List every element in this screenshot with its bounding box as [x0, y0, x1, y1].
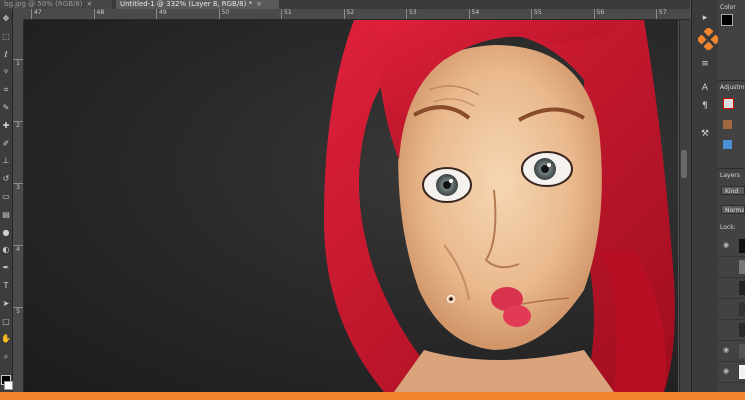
- gradient-icon[interactable]: ▤: [0, 209, 12, 221]
- marquee-icon[interactable]: ⬚: [0, 31, 12, 43]
- ruler-tick-label: 5: [13, 307, 23, 316]
- lock-label: Lock:: [720, 224, 736, 231]
- ruler-tick-label: 50: [218, 9, 229, 19]
- adjustments-panel-title[interactable]: Adjustm: [720, 84, 745, 91]
- properties-icon[interactable]: ≡: [699, 58, 711, 70]
- layer-thumbnail: [739, 302, 745, 316]
- ruler-tick-label: 49: [156, 9, 167, 19]
- background-color-swatch[interactable]: [4, 381, 13, 390]
- path-select-icon[interactable]: ➤: [0, 298, 12, 310]
- tab-bg-document[interactable]: bg.jpg @ 50% (RGB/8) ×: [0, 0, 112, 9]
- character-icon[interactable]: A: [699, 82, 711, 94]
- color-balance-icon[interactable]: [723, 140, 732, 149]
- ruler-tick-label: 54: [468, 9, 479, 19]
- ruler-tick-label: 1: [13, 59, 23, 68]
- layer-row[interactable]: [718, 320, 745, 341]
- tool-presets-icon[interactable]: ⚒: [699, 128, 711, 140]
- type-icon[interactable]: T: [0, 280, 12, 292]
- eye-icon[interactable]: ◉: [723, 346, 729, 354]
- panel-icon-strip: ▸ ≡ A ¶ ⚒: [691, 0, 719, 392]
- magic-wand-icon[interactable]: ✧: [0, 66, 12, 78]
- lasso-icon[interactable]: ℓ: [0, 49, 12, 61]
- divider: [718, 168, 745, 169]
- pen-icon[interactable]: ✒: [0, 262, 12, 274]
- brightness-icon[interactable]: [723, 98, 734, 109]
- layer-row[interactable]: ◉: [718, 236, 745, 257]
- kind-filter-select[interactable]: Kind: [721, 186, 745, 195]
- move-icon[interactable]: ✥: [0, 13, 12, 25]
- layer-thumbnail: [739, 239, 745, 253]
- horizontal-ruler[interactable]: 47 48 49 50 51 52 53 54 55 56 57: [13, 9, 690, 20]
- layer-row[interactable]: [718, 278, 745, 299]
- ruler-tick-label: 2: [13, 121, 23, 130]
- dodge-icon[interactable]: ◐: [0, 244, 12, 256]
- layer-row[interactable]: ◉: [718, 362, 745, 383]
- close-icon[interactable]: ×: [256, 0, 262, 8]
- history-brush-icon[interactable]: ↺: [0, 173, 12, 185]
- layer-row[interactable]: [718, 257, 745, 278]
- ruler-tick-label: 51: [281, 9, 292, 19]
- ruler-tick-label: 55: [531, 9, 542, 19]
- scrollbar-thumb[interactable]: [681, 150, 687, 178]
- color-panel-title[interactable]: Color: [720, 4, 736, 11]
- paragraph-icon[interactable]: ¶: [699, 100, 711, 112]
- layer-row[interactable]: [718, 299, 745, 320]
- eraser-icon[interactable]: ▭: [0, 191, 12, 203]
- tab-untitled-document[interactable]: Untitled-1 @ 332% (Layer 8, RGB/8) * ×: [116, 0, 279, 9]
- layer-row[interactable]: ◉: [718, 341, 745, 362]
- blur-icon[interactable]: ●: [0, 227, 12, 239]
- tools-panel: ✥ ⬚ ℓ ✧ ⌗ ✎ ✚ ✐ ⊥ ↺ ▭ ▤ ● ◐ ✒ T ➤ ▢ ✋ ⌕: [0, 9, 13, 392]
- layer-thumbnail: [739, 260, 745, 274]
- accent-bar: [0, 392, 745, 400]
- tab-label: Untitled-1 @ 332% (Layer 8, RGB/8) *: [120, 0, 253, 8]
- hand-icon[interactable]: ✋: [0, 333, 12, 345]
- layers-panel-title[interactable]: Layers: [720, 172, 740, 179]
- document-canvas[interactable]: [24, 20, 678, 392]
- eye-icon[interactable]: ◉: [723, 241, 729, 249]
- zoom-icon[interactable]: ⌕: [0, 351, 12, 363]
- divider: [718, 80, 745, 81]
- portrait-image: [324, 20, 675, 392]
- tab-label: bg.jpg @ 50% (RGB/8): [4, 0, 83, 8]
- history-icon[interactable]: ▸: [699, 12, 711, 24]
- ruler-tick-label: 47: [31, 9, 42, 19]
- blend-mode-select[interactable]: Normal: [721, 205, 745, 214]
- eye-icon[interactable]: ◉: [723, 367, 729, 375]
- layer-thumbnail: [739, 323, 745, 337]
- clone-stamp-icon[interactable]: ⊥: [0, 155, 12, 167]
- ruler-tick-label: 48: [93, 9, 104, 19]
- ruler-tick-label: 56: [593, 9, 604, 19]
- levels-icon[interactable]: [723, 120, 732, 129]
- ruler-tick-label: 4: [13, 245, 23, 254]
- shape-icon[interactable]: ▢: [0, 316, 12, 328]
- vertical-scrollbar[interactable]: [679, 20, 691, 392]
- vertical-ruler[interactable]: 1 2 3 4 5: [13, 19, 24, 392]
- layer-thumbnail: [739, 365, 745, 379]
- brush-icon[interactable]: ✐: [0, 138, 12, 150]
- eyedropper-icon[interactable]: ✎: [0, 102, 12, 114]
- color-swatch[interactable]: [721, 14, 733, 26]
- layer-thumbnail: [739, 344, 745, 358]
- ruler-tick-label: 3: [13, 183, 23, 192]
- ruler-tick-label: 53: [406, 9, 417, 19]
- watermark-logo-icon: [698, 28, 720, 50]
- right-panel-dock: Color Adjustm Layers Kind Normal Lock: ◉…: [718, 0, 745, 392]
- ruler-tick-label: 57: [656, 9, 667, 19]
- crop-icon[interactable]: ⌗: [0, 84, 12, 96]
- ruler-tick-label: 52: [343, 9, 354, 19]
- close-icon[interactable]: ×: [87, 0, 93, 8]
- layer-thumbnail: [739, 281, 745, 295]
- healing-brush-icon[interactable]: ✚: [0, 120, 12, 132]
